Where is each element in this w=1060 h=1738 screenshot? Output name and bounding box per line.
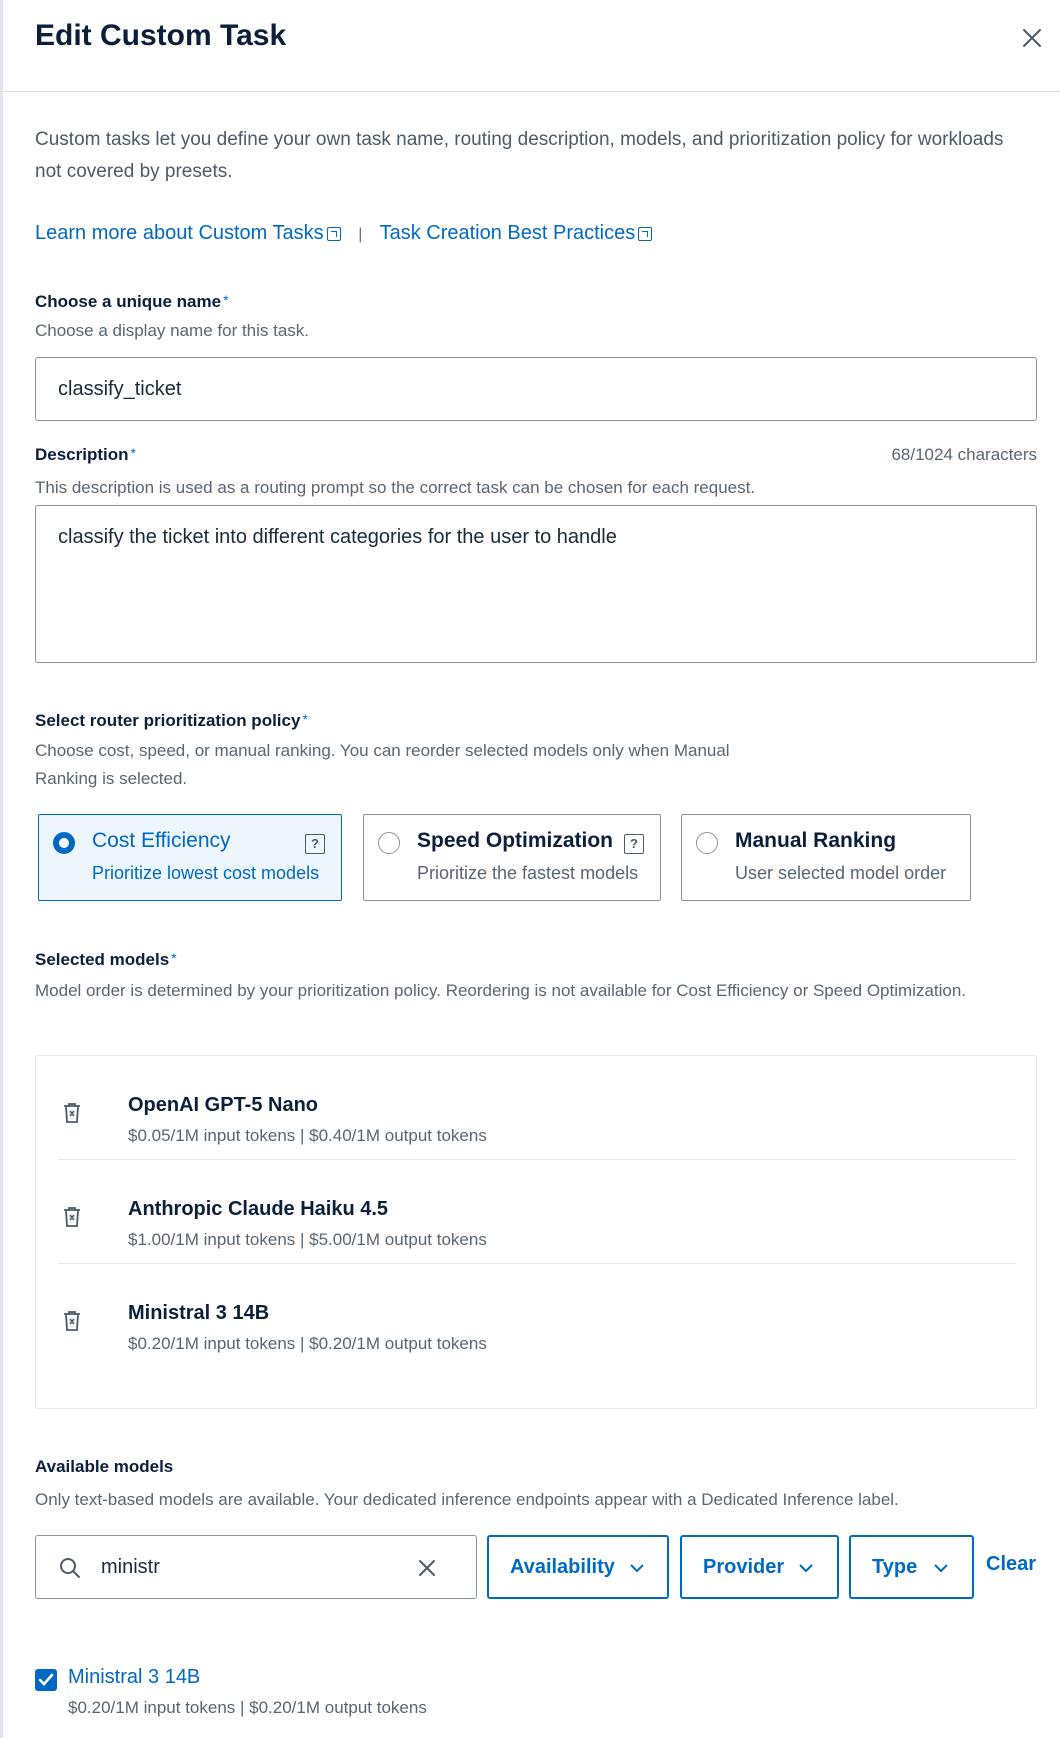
filter-label: Availability bbox=[510, 1556, 615, 1578]
chevron-down-icon bbox=[630, 1564, 644, 1573]
policy-option-subtitle: Prioritize the fastest models bbox=[417, 863, 639, 883]
policy-option-manual-ranking[interactable]: Manual Ranking User selected model order bbox=[681, 814, 971, 901]
intro-text: Custom tasks let you define your own tas… bbox=[35, 129, 1004, 182]
best-practices-label: Task Creation Best Practices bbox=[379, 222, 636, 244]
selected-models-label: Selected models * bbox=[35, 950, 177, 970]
selected-model-name: Anthropic Claude Haiku 4.5 bbox=[128, 1198, 389, 1220]
panel-left-border bbox=[0, 0, 3, 1738]
provider-filter-button[interactable]: Provider bbox=[680, 1535, 839, 1599]
radio-selected[interactable] bbox=[53, 832, 75, 854]
selected-models-label-text: Selected models bbox=[35, 950, 170, 969]
name-label: Choose a unique name * bbox=[35, 292, 229, 312]
policy-label-text: Select router prioritization policy bbox=[35, 711, 301, 730]
policy-option-subtitle: User selected model order bbox=[735, 863, 947, 883]
required-mark: * bbox=[130, 445, 136, 461]
name-help: Choose a display name for this task. bbox=[35, 321, 310, 340]
best-practices-link[interactable]: Task Creation Best Practices bbox=[380, 222, 653, 244]
edit-custom-task-panel: Edit Custom Task Custom tasks let you de… bbox=[0, 0, 1060, 1738]
required-mark: * bbox=[302, 711, 308, 727]
external-link-icon bbox=[326, 227, 341, 241]
availability-filter-button[interactable]: Availability bbox=[487, 1535, 669, 1599]
policy-option-title: Manual Ranking bbox=[735, 829, 897, 852]
selected-models-list: OpenAI GPT-5 Nano $0.05/1M input tokens … bbox=[35, 1055, 1037, 1409]
selected-model-price: $1.00/1M input tokens | $5.00/1M output … bbox=[128, 1230, 487, 1249]
description-help: This description is used as a routing pr… bbox=[35, 478, 756, 497]
learn-more-label: Learn more about Custom Tasks bbox=[35, 222, 324, 244]
policy-option-subtitle: Prioritize lowest cost models bbox=[92, 863, 320, 883]
trash-icon[interactable] bbox=[62, 1102, 82, 1124]
policy-label: Select router prioritization policy * bbox=[35, 711, 308, 731]
panel-header: Edit Custom Task bbox=[0, 0, 1060, 92]
trash-icon[interactable] bbox=[62, 1310, 82, 1332]
model-checkbox[interactable] bbox=[35, 1669, 57, 1691]
filter-label: Type bbox=[872, 1556, 918, 1578]
clear-filters-button[interactable]: Clear bbox=[986, 1553, 1036, 1576]
external-link-icon bbox=[638, 227, 653, 241]
policy-help: Choose cost, speed, or manual ranking. Y… bbox=[35, 741, 730, 788]
chevron-down-icon bbox=[934, 1564, 948, 1573]
available-model-price: $0.20/1M input tokens | $0.20/1M output … bbox=[68, 1698, 427, 1717]
name-input-value: classify_ticket bbox=[58, 378, 182, 400]
learn-more-link[interactable]: Learn more about Custom Tasks bbox=[35, 222, 341, 244]
selected-model-row: OpenAI GPT-5 Nano $0.05/1M input tokens … bbox=[58, 1056, 1016, 1160]
selected-model-row: Ministral 3 14B $0.20/1M input tokens | … bbox=[58, 1264, 1016, 1367]
selected-models-help: Model order is determined by your priori… bbox=[35, 981, 967, 1000]
type-filter-button[interactable]: Type bbox=[849, 1535, 974, 1599]
help-links: Learn more about Custom Tasks | Task Cre… bbox=[35, 222, 653, 245]
search-input-value: ministr bbox=[101, 1556, 160, 1578]
help-question-icon[interactable]: ? bbox=[305, 834, 325, 854]
trash-icon[interactable] bbox=[62, 1206, 82, 1228]
clear-search-icon[interactable] bbox=[414, 1555, 440, 1581]
checkmark-icon bbox=[38, 1673, 54, 1686]
radio-unselected[interactable] bbox=[696, 832, 718, 854]
available-models-label: Available models bbox=[35, 1457, 174, 1476]
chevron-down-icon bbox=[799, 1564, 813, 1573]
name-input[interactable]: classify_ticket bbox=[35, 357, 1037, 421]
required-mark: * bbox=[223, 292, 229, 308]
selected-model-row: Anthropic Claude Haiku 4.5 $1.00/1M inpu… bbox=[58, 1160, 1016, 1264]
policy-option-title: Cost Efficiency bbox=[92, 829, 231, 852]
page-title: Edit Custom Task bbox=[35, 19, 287, 52]
required-mark: * bbox=[171, 950, 177, 966]
available-model-name[interactable]: Ministral 3 14B bbox=[68, 1666, 200, 1689]
filter-label: Provider bbox=[703, 1556, 785, 1578]
name-label-text: Choose a unique name bbox=[35, 292, 222, 311]
selected-model-name: OpenAI GPT-5 Nano bbox=[128, 1094, 319, 1116]
description-value: classify the ticket into different categ… bbox=[58, 526, 617, 548]
selected-model-name: Ministral 3 14B bbox=[128, 1302, 270, 1324]
close-icon[interactable] bbox=[1018, 24, 1046, 52]
description-textarea[interactable]: classify the ticket into different categ… bbox=[35, 505, 1037, 663]
radio-unselected[interactable] bbox=[378, 832, 400, 854]
model-search-input[interactable]: ministr bbox=[35, 1535, 477, 1599]
selected-model-price: $0.20/1M input tokens | $0.20/1M output … bbox=[128, 1334, 487, 1353]
selected-model-price: $0.05/1M input tokens | $0.40/1M output … bbox=[128, 1126, 487, 1145]
policy-option-cost-efficiency[interactable]: Cost Efficiency ? Prioritize lowest cost… bbox=[38, 814, 342, 901]
description-label-text: Description bbox=[35, 445, 129, 464]
link-separator: | bbox=[358, 226, 363, 243]
description-char-counter: 68/1024 characters bbox=[891, 445, 1037, 464]
available-models-help: Only text-based models are available. Yo… bbox=[35, 1490, 899, 1509]
policy-option-title: Speed Optimization bbox=[417, 829, 614, 852]
help-question-icon[interactable]: ? bbox=[624, 834, 644, 854]
description-label: Description * bbox=[35, 445, 136, 465]
search-icon bbox=[60, 1558, 80, 1578]
policy-option-speed-optimization[interactable]: Speed Optimization ? Prioritize the fast… bbox=[363, 814, 661, 901]
